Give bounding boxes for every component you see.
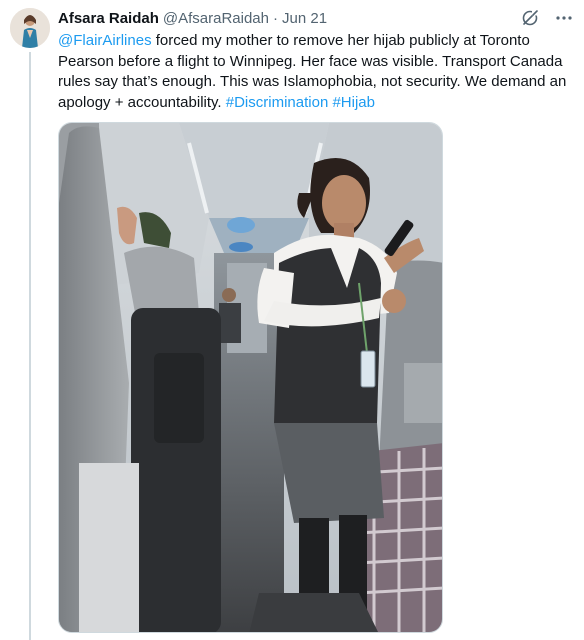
author-display-name[interactable]: Afsara Raidah xyxy=(58,10,159,27)
tweet-photo[interactable] xyxy=(58,122,443,633)
thread-line xyxy=(29,52,31,640)
hashtag-discrimination[interactable]: #Discrimination xyxy=(226,94,329,111)
hashtag-hijab[interactable]: #Hijab xyxy=(332,94,375,111)
separator-dot: · xyxy=(273,9,278,27)
avatar[interactable] xyxy=(10,8,50,48)
tweet-text: @FlairAirlines forced my mother to remov… xyxy=(58,31,570,113)
more-options-icon[interactable] xyxy=(554,8,574,28)
tweet-top-actions xyxy=(520,8,574,28)
tweet-header: Afsara Raidah @AfsaraRaidah · Jun 21 xyxy=(58,8,327,28)
tweet-date[interactable]: Jun 21 xyxy=(282,10,327,27)
photo-attachment-icon xyxy=(59,123,442,632)
mention-link[interactable]: @FlairAirlines xyxy=(58,32,152,49)
grok-icon[interactable] xyxy=(520,8,540,28)
tweet[interactable]: Afsara Raidah @AfsaraRaidah · Jun 21 @Fl… xyxy=(0,0,584,640)
author-handle[interactable]: @AfsaraRaidah xyxy=(163,10,269,27)
avatar-image-icon xyxy=(10,8,50,48)
